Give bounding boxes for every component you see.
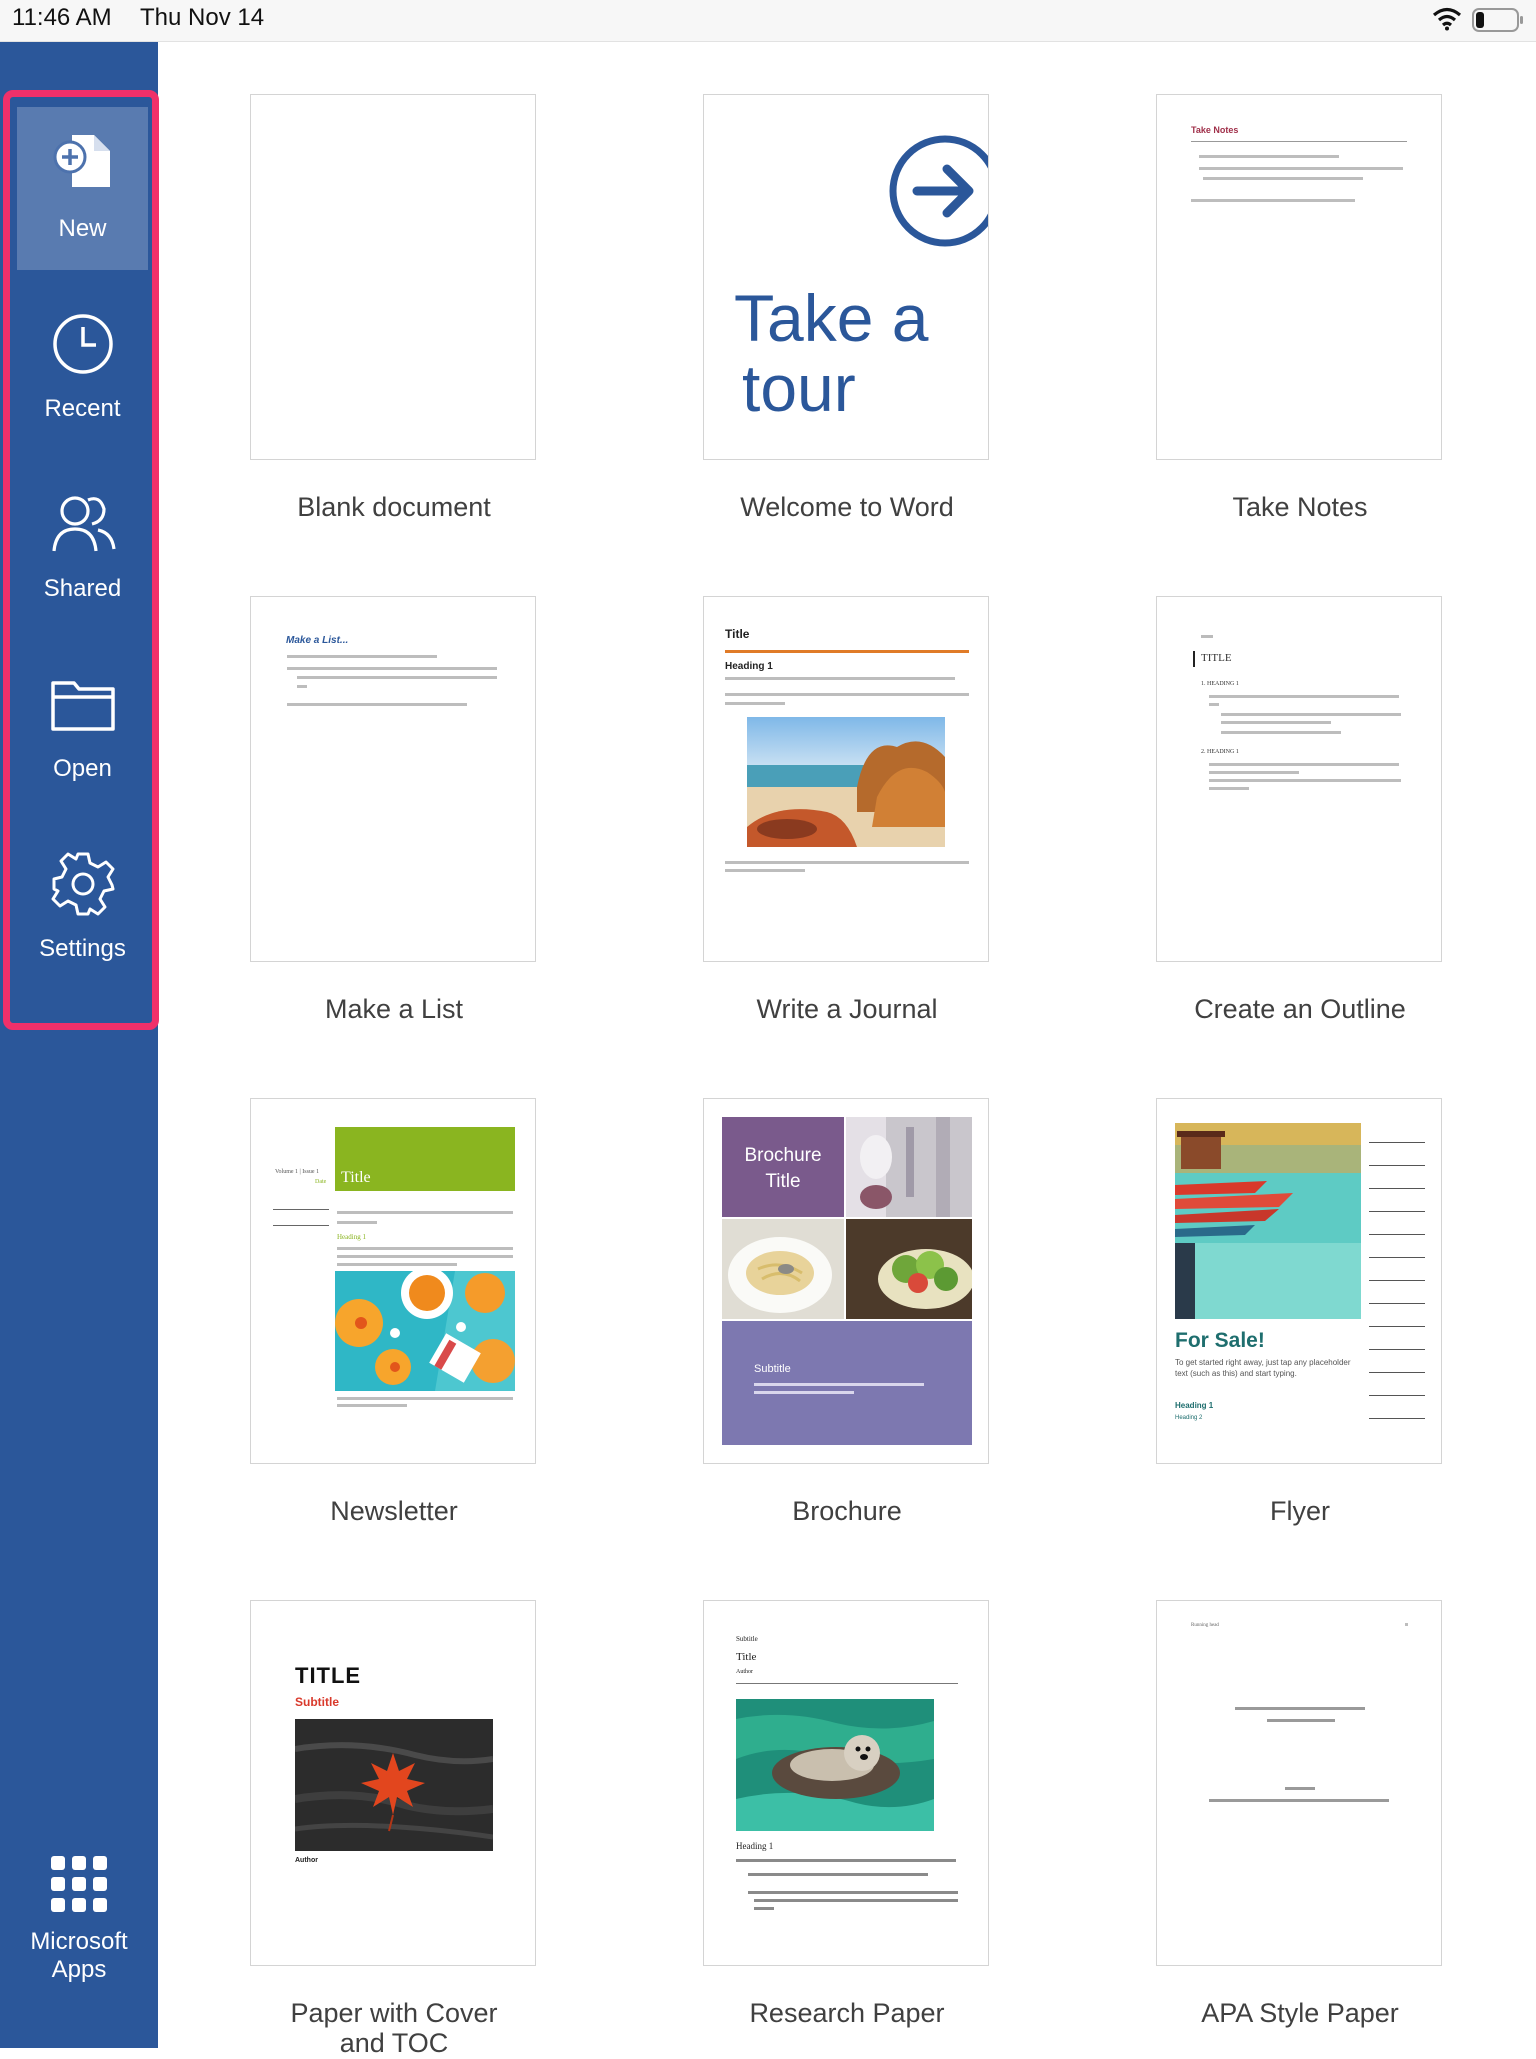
template-thumbnail-paper-with-cover-and-toc[interactable]: TITLE Subtitle Author [250, 1600, 536, 1966]
template-label: APA Style Paper [1201, 1998, 1399, 2028]
thumb-heading: Heading 1 [337, 1233, 366, 1241]
template-label: Make a List [324, 994, 464, 1024]
otter-photo [736, 1699, 934, 1831]
sidebar: New Recent Shared Open Settings Microsof… [0, 42, 159, 2048]
boats-photo [1175, 1123, 1361, 1319]
thumb-running-head: Running head [1191, 1623, 1219, 1628]
selection-highlight [3, 90, 159, 1030]
template-label: Blank document [297, 492, 491, 522]
template-thumbnail-create-an-outline[interactable]: TITLE 1. HEADING 1 2. HEADING 1 [1156, 596, 1442, 962]
thumb-heading: For Sale! [1175, 1329, 1265, 1352]
thumb-title: Title [736, 1651, 757, 1663]
template-thumbnail-brochure[interactable]: Brochure Title Subtitle [703, 1098, 989, 1464]
brochure-title-block [722, 1117, 844, 1217]
thumb-title-line1: Take a [734, 281, 929, 355]
thumb-subtitle: Subtitle [295, 1695, 339, 1709]
thumb-title: TITLE [295, 1663, 362, 1688]
thumb-title: Title [725, 627, 750, 641]
template-thumbnail-apa-style-paper[interactable]: Running head [1156, 1600, 1442, 1966]
thumb-body: To get started right away, just tap any … [1175, 1358, 1351, 1378]
template-label: Take Notes [1232, 492, 1368, 522]
template-label-line2: and TOC [339, 2028, 449, 2058]
template-label: Newsletter [330, 1496, 458, 1526]
template-thumbnail-flyer[interactable]: For Sale! To get started right away, jus… [1156, 1098, 1442, 1464]
thumb-heading: Heading 1 [736, 1841, 774, 1851]
template-thumbnail-write-a-journal[interactable]: Title Heading 1 [703, 596, 989, 962]
thumb-meta: Volume 1 | Issue 1 [275, 1169, 320, 1175]
thumb-heading-2: Heading 2 [1175, 1415, 1203, 1421]
beach-photo [747, 717, 945, 847]
thumb-heading: Take Notes [1191, 125, 1239, 135]
thumb-author: Author [295, 1857, 318, 1864]
thumb-heading-1: 1. HEADING 1 [1201, 681, 1239, 687]
template-label: Create an Outline [1194, 994, 1406, 1024]
apps-label-line2: Apps [51, 1956, 107, 1983]
template-label: Brochure [792, 1496, 902, 1526]
template-label-line1: Paper with Cover [290, 1998, 498, 2028]
template-label: Flyer [1270, 1496, 1330, 1526]
status-bar: 11:46 AM Thu Nov 14 [0, 0, 1536, 42]
thumb-heading-2: 2. HEADING 1 [1201, 749, 1239, 755]
template-label: Write a Journal [756, 994, 938, 1024]
thumb-author: Author [736, 1669, 753, 1675]
wifi-icon [1432, 7, 1462, 31]
thumb-heading: Make a List... [286, 635, 349, 646]
template-thumbnail-research-paper[interactable]: Subtitle Title Author Heading 1 [703, 1600, 989, 1966]
leaf-photo [295, 1719, 493, 1851]
thumb-title-line1: Brochure [744, 1145, 822, 1166]
salad-photo [846, 1219, 972, 1319]
template-label: Research Paper [749, 1998, 945, 2028]
thumb-heading-1: Heading 1 [1175, 1401, 1214, 1410]
status-date: Thu Nov 14 [140, 4, 265, 31]
app-grid-icon [51, 1856, 107, 1912]
thumb-subtitle: Subtitle [736, 1635, 758, 1643]
thumb-title-line2: Title [765, 1171, 801, 1192]
template-thumbnail-newsletter[interactable]: Volume 1 | Issue 1 Date Title Heading 1 [250, 1098, 536, 1464]
template-thumbnail-make-a-list[interactable]: Make a List... [250, 596, 536, 962]
thumb-date: Date [315, 1179, 327, 1185]
template-label: Welcome to Word [740, 492, 954, 522]
apps-label-line1: Microsoft [30, 1928, 128, 1955]
template-thumbnail-take-notes[interactable]: Take Notes [1156, 94, 1442, 460]
thumb-title-line2: tour [742, 351, 856, 425]
template-thumbnail-welcome-to-word[interactable]: Take a tour [703, 94, 989, 460]
arrow-circle-icon [887, 133, 988, 249]
thumb-title: Title [341, 1169, 371, 1186]
battery-icon [1472, 8, 1524, 32]
glassware-photo [846, 1117, 972, 1217]
template-thumbnail-blank-document[interactable] [250, 94, 536, 460]
thumb-title: TITLE [1201, 652, 1232, 664]
apricot-photo [335, 1271, 515, 1391]
thumb-subtitle: Subtitle [754, 1363, 791, 1375]
status-time: 11:46 AM [12, 4, 112, 31]
thumb-heading: Heading 1 [725, 661, 773, 672]
accent-rule [725, 650, 969, 653]
pasta-photo [722, 1219, 844, 1319]
microsoft-apps-button[interactable]: Microsoft Apps [0, 1856, 158, 1984]
